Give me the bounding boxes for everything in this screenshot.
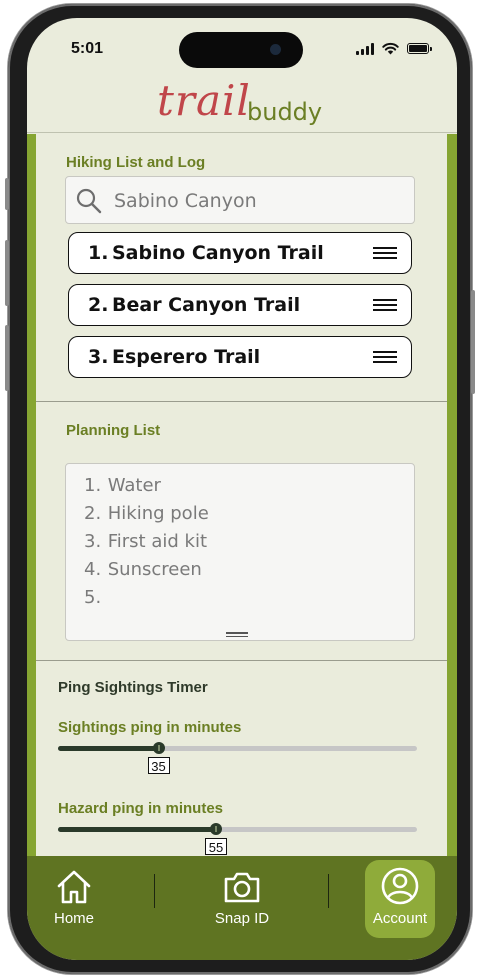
account-icon [381, 867, 419, 905]
logo-trail-text: trail [157, 76, 251, 125]
slider-thumb[interactable] [152, 742, 165, 754]
app-logo: trail buddy [157, 76, 327, 132]
drag-handle-icon[interactable] [373, 351, 397, 366]
main-content: Hiking List and Log Sabino Canyon 1. Sab… [27, 134, 457, 856]
battery-icon [407, 43, 432, 54]
right-accent-bar [447, 134, 457, 856]
status-icons [356, 42, 432, 55]
slider-value-badge: 35 [147, 757, 170, 774]
planning-list-textarea[interactable]: 1. Water 2. Hiking pole 3. First aid kit… [65, 463, 415, 641]
search-value: Sabino Canyon [114, 190, 257, 212]
wifi-icon [382, 42, 399, 55]
hazard-slider[interactable]: 55 [58, 823, 417, 855]
nav-label: Home [53, 910, 94, 927]
section-divider [36, 401, 447, 402]
screen: 5:01 trail buddy Hiking List and Log Sab… [27, 18, 457, 960]
sightings-slider[interactable]: 35 [58, 742, 417, 774]
planning-item: 4. Sunscreen [84, 559, 202, 580]
nav-account[interactable]: Account [365, 860, 435, 938]
nav-snap-id[interactable]: Snap ID [199, 856, 285, 956]
trail-item-3[interactable]: 3. Esperero Trail [68, 336, 412, 378]
trail-number: 3. [88, 346, 109, 368]
nav-label: Snap ID [214, 910, 270, 927]
trail-number: 2. [88, 294, 109, 316]
logo-buddy-text: buddy [247, 98, 323, 126]
slider-fill [58, 827, 216, 832]
nav-separator [328, 874, 329, 908]
dynamic-island [179, 32, 303, 68]
drag-handle-icon[interactable] [373, 247, 397, 262]
signal-icon [356, 42, 374, 55]
planning-section-title: Planning List [66, 422, 161, 439]
planning-item: 2. Hiking pole [84, 503, 209, 524]
camera-dot [270, 44, 281, 55]
bottom-nav: Home Snap ID Account [27, 856, 457, 960]
trail-name: Bear Canyon Trail [112, 294, 301, 316]
volume-down-button [5, 325, 9, 391]
volume-up-button [5, 240, 9, 306]
nav-separator [154, 874, 155, 908]
hiking-section-title: Hiking List and Log [66, 154, 206, 171]
hazard-slider-label: Hazard ping in minutes [58, 800, 224, 817]
resize-grip-icon[interactable] [226, 630, 248, 637]
sightings-slider-label: Sightings ping in minutes [58, 719, 242, 736]
trail-item-2[interactable]: 2. Bear Canyon Trail [68, 284, 412, 326]
status-time: 5:01 [71, 40, 104, 57]
search-input[interactable]: Sabino Canyon [65, 176, 415, 224]
silent-switch [5, 178, 9, 210]
home-icon [57, 870, 91, 904]
search-icon [76, 188, 102, 214]
nav-home[interactable]: Home [39, 856, 109, 956]
section-divider [36, 660, 447, 661]
ping-timer-title: Ping Sightings Timer [58, 679, 208, 696]
header-divider [27, 132, 457, 133]
slider-thumb[interactable] [209, 823, 222, 835]
planning-item: 5. [84, 587, 102, 608]
planning-item: 1. Water [84, 475, 161, 496]
trail-number: 1. [88, 242, 109, 264]
trail-item-1[interactable]: 1. Sabino Canyon Trail [68, 232, 412, 274]
planning-item: 3. First aid kit [84, 531, 207, 552]
camera-icon [224, 872, 260, 903]
drag-handle-icon[interactable] [373, 299, 397, 314]
trail-name: Sabino Canyon Trail [112, 242, 324, 264]
slider-fill [58, 746, 159, 751]
power-button [471, 290, 475, 394]
nav-label: Account [372, 910, 428, 927]
left-accent-bar [27, 134, 36, 856]
trail-name: Esperero Trail [112, 346, 261, 368]
slider-value-badge: 55 [204, 838, 227, 855]
